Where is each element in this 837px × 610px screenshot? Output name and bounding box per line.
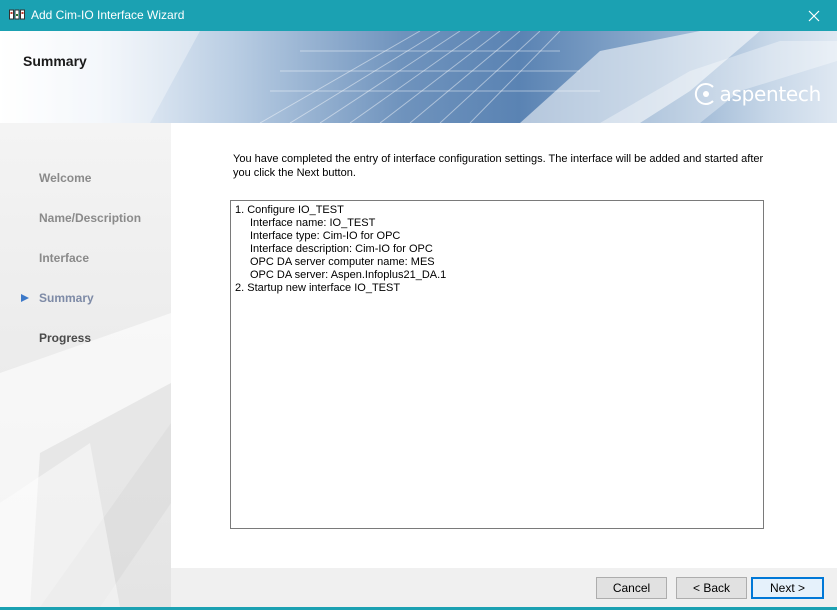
summary-line: OPC DA server computer name: MES [250,256,435,268]
wizard-steps-panel: Welcome Name/Description Interface Summa… [0,123,171,607]
summary-line: 1. Configure IO_TEST [235,204,344,216]
page-heading: Summary [23,53,87,69]
main-content: You have completed the entry of interfac… [171,123,837,568]
cancel-button[interactable]: Cancel [596,577,667,599]
close-button[interactable] [791,0,837,31]
step-summary: Summary [39,291,94,305]
brand-name: aspentech [719,82,822,106]
summary-line: Interface type: Cim-IO for OPC [250,230,401,242]
aspentech-logo-icon [694,83,714,105]
current-step-arrow-icon [21,294,29,302]
title-bar: Add Cim-IO Interface Wizard [0,0,837,31]
steps-panel-artwork [0,313,171,607]
close-icon [808,10,820,21]
intro-text: You have completed the entry of interfac… [233,153,764,179]
cim-io-interface-icon [9,8,25,22]
summary-textbox[interactable]: 1. Configure IO_TEST Interface name: IO_… [230,200,764,529]
step-interface: Interface [39,251,90,265]
banner-artwork [0,31,837,123]
step-progress: Progress [39,331,92,345]
summary-line: OPC DA server: Aspen.Infoplus21_DA.1 [250,269,447,281]
wizard-banner: Summary aspentech [0,31,837,123]
summary-line: 2. Startup new interface IO_TEST [235,282,401,294]
step-welcome: Welcome [39,171,92,185]
window-title: Add Cim-IO Interface Wizard [31,8,185,22]
step-name-description: Name/Description [39,211,142,225]
summary-line: Interface description: Cim-IO for OPC [250,243,433,255]
back-button[interactable]: < Back [676,577,747,599]
next-button[interactable]: Next > [751,577,824,599]
brand-logo: aspentech [693,81,821,107]
button-bar: Cancel < Back Next > [171,568,837,607]
summary-line: Interface name: IO_TEST [250,217,376,229]
